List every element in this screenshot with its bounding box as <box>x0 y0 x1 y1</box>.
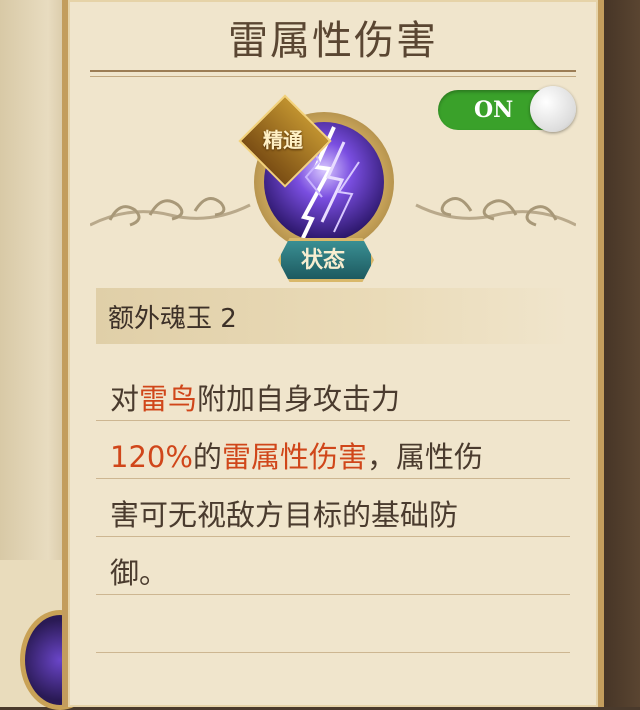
desc-text: 御。 <box>110 556 169 590</box>
desc-line-3: 害可无视敌方目标的基础防 <box>110 492 458 534</box>
damage-type-highlight: 雷属性伤害 <box>221 440 367 474</box>
desc-line-2: 120%的雷属性伤害，属性伤 <box>110 434 483 476</box>
toggle-knob <box>530 86 576 132</box>
skill-panel: 雷属性伤害 ON 精通 状态 额外魂玉 2 对雷鸟附加自身攻击力 120%的雷属… <box>62 0 604 707</box>
soul-jade-label: 额外魂玉 2 <box>108 304 237 334</box>
desc-rule <box>96 652 570 653</box>
skill-title: 雷属性伤害 <box>228 18 438 64</box>
desc-text: 附加自身攻击力 <box>197 382 401 416</box>
desc-line-4: 御。 <box>110 550 168 592</box>
cloud-ornament-left-icon <box>90 197 251 227</box>
status-badge-label: 状态 <box>300 248 345 273</box>
cloud-ornament-right-icon <box>415 197 576 227</box>
target-highlight: 雷鸟 <box>139 382 198 416</box>
title-divider-thin <box>90 76 576 77</box>
title-divider <box>90 70 576 72</box>
desc-text: 害可无视敌方目标的基础防 <box>110 498 459 532</box>
desc-text: 对 <box>110 382 140 416</box>
percent-highlight: 120% <box>110 440 193 474</box>
desc-rule <box>96 420 570 421</box>
toggle-label: ON <box>474 97 514 123</box>
desc-rule <box>96 594 570 595</box>
desc-text: ，属性伤 <box>366 440 483 474</box>
on-toggle[interactable]: ON <box>438 86 576 132</box>
desc-rule <box>96 478 570 479</box>
mastery-badge-label: 精通 <box>263 128 303 152</box>
desc-line-1: 对雷鸟附加自身攻击力 <box>110 376 400 418</box>
desc-text: 的 <box>192 440 222 474</box>
desc-rule <box>96 536 570 537</box>
